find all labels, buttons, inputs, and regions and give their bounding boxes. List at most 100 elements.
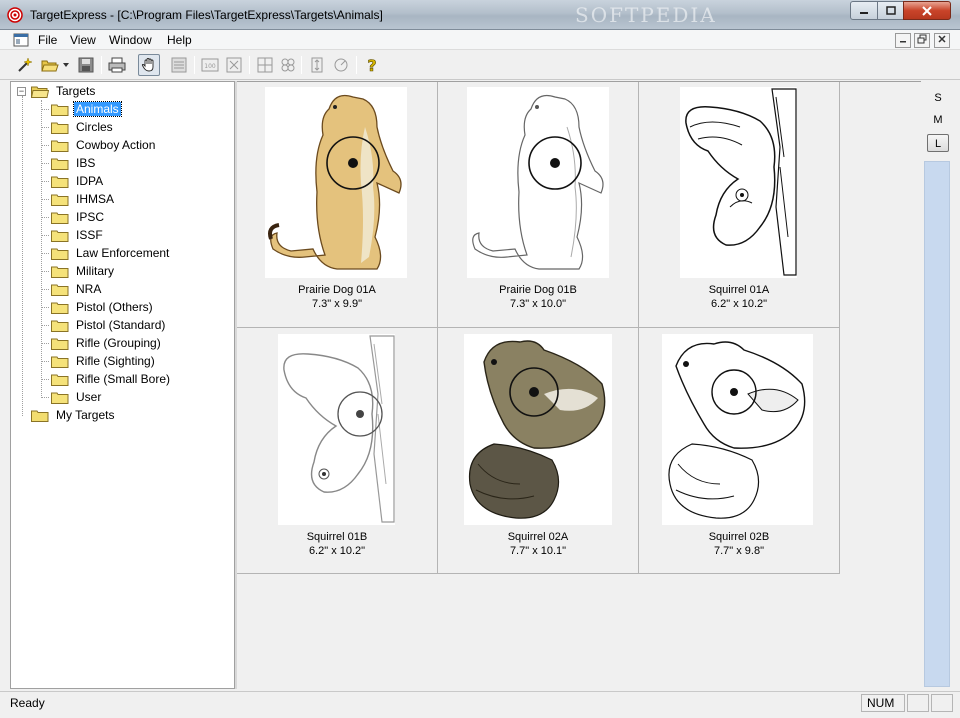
rotate-button[interactable]	[331, 55, 351, 75]
tree-line	[41, 163, 49, 164]
list-view-button[interactable]	[169, 55, 189, 75]
tree-item-pistol-standard[interactable]: Pistol (Standard)	[51, 316, 167, 334]
new-target-button[interactable]	[15, 55, 35, 75]
pan-tool-button[interactable]	[138, 54, 160, 76]
folder-icon	[51, 356, 69, 368]
target-name: Squirrel 01B	[306, 531, 368, 543]
target-thumbnail[interactable]: Prairie Dog 01A 7.3" x 9.9"	[237, 82, 438, 328]
open-dropdown-button[interactable]	[60, 55, 72, 75]
tree-item-label: IPSC	[76, 210, 105, 224]
tree-line	[41, 325, 49, 326]
softpedia-watermark: SOFTPEDIA	[575, 3, 717, 27]
target-name: Squirrel 01A	[708, 284, 770, 296]
folder-icon	[51, 122, 69, 134]
tree-line	[41, 217, 49, 218]
tree-item-label: User	[76, 390, 102, 404]
tree-item-label: Pistol (Standard)	[76, 318, 166, 332]
tree-item-targets[interactable]: Targets	[31, 82, 97, 100]
tree-item-label: Military	[76, 264, 114, 278]
tree-item-circles[interactable]: Circles	[51, 118, 115, 136]
tree-line	[41, 289, 49, 290]
collapse-toggle[interactable]: −	[17, 87, 26, 96]
folder-icon	[51, 284, 69, 296]
num-lock-indicator: NUM	[861, 694, 905, 712]
menu-help[interactable]: Help	[167, 33, 192, 47]
folder-open-icon	[31, 86, 49, 98]
maximize-button[interactable]	[877, 1, 904, 20]
folder-icon	[51, 140, 69, 152]
tree-item-rifle-small-bore[interactable]: Rifle (Small Bore)	[51, 370, 172, 388]
open-button[interactable]	[40, 55, 60, 75]
close-icon	[922, 5, 932, 16]
tree-item-idpa[interactable]: IDPA	[51, 172, 105, 190]
size-medium-button[interactable]: M	[927, 111, 949, 129]
target-name: Prairie Dog 01A	[298, 284, 376, 296]
toolbar-separator	[301, 56, 302, 74]
menu-file[interactable]: File	[38, 33, 57, 47]
menu-window[interactable]: Window	[109, 33, 152, 47]
target-name: Prairie Dog 01B	[499, 284, 577, 296]
print-button[interactable]	[107, 55, 127, 75]
tree-item-law-enforcement[interactable]: Law Enforcement	[51, 244, 171, 262]
squirrel-gray-image	[278, 334, 395, 525]
maximize-icon	[885, 6, 896, 15]
zoom-100-button[interactable]: 100	[200, 55, 220, 75]
grid-4-button[interactable]	[278, 55, 298, 75]
size-slider-track[interactable]	[924, 161, 950, 687]
tree-item-military[interactable]: Military	[51, 262, 116, 280]
minimize-icon	[860, 11, 868, 14]
target-size: 7.7" x 10.1"	[509, 545, 567, 557]
squirrel-outline-image	[662, 334, 813, 525]
document-window-icon[interactable]	[13, 33, 29, 47]
folder-icon	[51, 212, 69, 224]
tree-item-ibs[interactable]: IBS	[51, 154, 97, 172]
target-thumbnail[interactable]: Prairie Dog 01B 7.3" x 10.0"	[438, 82, 639, 328]
target-thumbnail[interactable]: Squirrel 01B 6.2" x 10.2"	[237, 328, 438, 574]
size-large-button[interactable]: L	[927, 134, 949, 152]
fit-to-window-button[interactable]	[224, 55, 244, 75]
status-text: Ready	[10, 696, 45, 710]
close-button[interactable]	[903, 1, 951, 20]
target-thumbnail[interactable]: Squirrel 02A 7.7" x 10.1"	[438, 328, 639, 574]
tree-item-label: Circles	[76, 120, 113, 134]
height-icon	[311, 57, 323, 73]
grid-2x2-button[interactable]	[255, 55, 275, 75]
tree-line	[41, 199, 49, 200]
minimize-button[interactable]	[850, 1, 878, 20]
child-restore-button[interactable]	[914, 33, 930, 48]
tree-item-my-targets[interactable]: My Targets	[31, 406, 116, 424]
target-size: 7.3" x 10.0"	[509, 298, 567, 310]
tree-item-label: Rifle (Grouping)	[76, 336, 161, 350]
tree-item-user[interactable]: User	[51, 388, 103, 406]
squirrel-color-image	[464, 334, 612, 525]
child-minimize-button[interactable]	[895, 33, 911, 48]
target-thumbnail[interactable]: Squirrel 02B 7.7" x 9.8"	[639, 328, 840, 574]
tree-item-ipsc[interactable]: IPSC	[51, 208, 106, 226]
folder-icon	[51, 158, 69, 170]
help-button[interactable]: ?	[362, 55, 382, 75]
child-close-button[interactable]	[934, 33, 950, 48]
folder-icon	[51, 176, 69, 188]
target-thumbnail[interactable]: Squirrel 01A 6.2" x 10.2"	[639, 82, 840, 328]
folder-icon	[51, 104, 69, 116]
tree-line	[41, 307, 49, 308]
app-target-icon[interactable]	[7, 7, 23, 23]
height-button[interactable]	[307, 55, 327, 75]
tree-item-animals[interactable]: Animals	[51, 100, 122, 118]
tree-item-pistol-others[interactable]: Pistol (Others)	[51, 298, 155, 316]
size-small-button[interactable]: S	[927, 89, 949, 107]
window-title: TargetExpress - [C:\Program Files\Target…	[30, 8, 383, 22]
target-size: 6.2" x 10.2"	[308, 545, 366, 557]
tree-line	[22, 96, 23, 416]
print-icon	[108, 57, 126, 73]
menu-view[interactable]: View	[70, 33, 96, 47]
tree-item-rifle-grouping[interactable]: Rifle (Grouping)	[51, 334, 163, 352]
save-button[interactable]	[76, 55, 96, 75]
tree-item-ihmsa[interactable]: IHMSA	[51, 190, 116, 208]
tree-item-rifle-sighting[interactable]: Rifle (Sighting)	[51, 352, 157, 370]
folder-icon	[51, 230, 69, 242]
tree-item-cowboy-action[interactable]: Cowboy Action	[51, 136, 157, 154]
tree-item-issf[interactable]: ISSF	[51, 226, 105, 244]
tree-item-label: ISSF	[76, 228, 103, 242]
tree-item-nra[interactable]: NRA	[51, 280, 103, 298]
